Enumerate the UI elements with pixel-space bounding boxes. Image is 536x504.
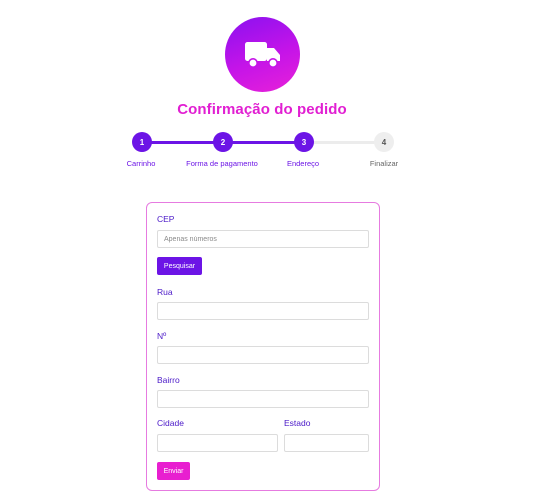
step-4-label: Finalizar [369, 159, 399, 168]
cidade-input[interactable] [157, 434, 278, 452]
order-stepper: 1 2 3 4 Carrinho Forma de pagamento Ende… [0, 132, 536, 172]
step-4-circle: 4 [374, 132, 394, 152]
rua-input[interactable] [157, 302, 369, 320]
bairro-label: Bairro [157, 375, 180, 385]
step-2-label: Forma de pagamento [186, 159, 258, 168]
cep-label: CEP [157, 214, 175, 224]
step-connector [304, 141, 384, 144]
numero-label: Nº [157, 331, 167, 341]
search-button[interactable]: Pesquisar [157, 257, 202, 275]
step-2-circle: 2 [213, 132, 233, 152]
step-3-label: Endereço [286, 159, 320, 168]
cep-input[interactable] [157, 230, 369, 248]
step-1-label: Carrinho [126, 159, 156, 168]
cidade-label: Cidade [157, 418, 184, 428]
estado-input[interactable] [284, 434, 369, 452]
submit-button[interactable]: Enviar [157, 462, 190, 480]
estado-label: Estado [284, 418, 311, 428]
logo [225, 17, 300, 92]
step-1-circle: 1 [132, 132, 152, 152]
step-connector [142, 141, 223, 144]
numero-input[interactable] [157, 346, 369, 364]
rua-label: Rua [157, 287, 173, 297]
truck-icon [244, 41, 280, 68]
step-3-circle: 3 [294, 132, 314, 152]
step-connector [223, 141, 304, 144]
page-title: Confirmação do pedido [177, 101, 347, 118]
address-form: CEP Pesquisar Rua Nº Bairro Cidade Estad… [146, 202, 380, 491]
bairro-input[interactable] [157, 390, 369, 408]
